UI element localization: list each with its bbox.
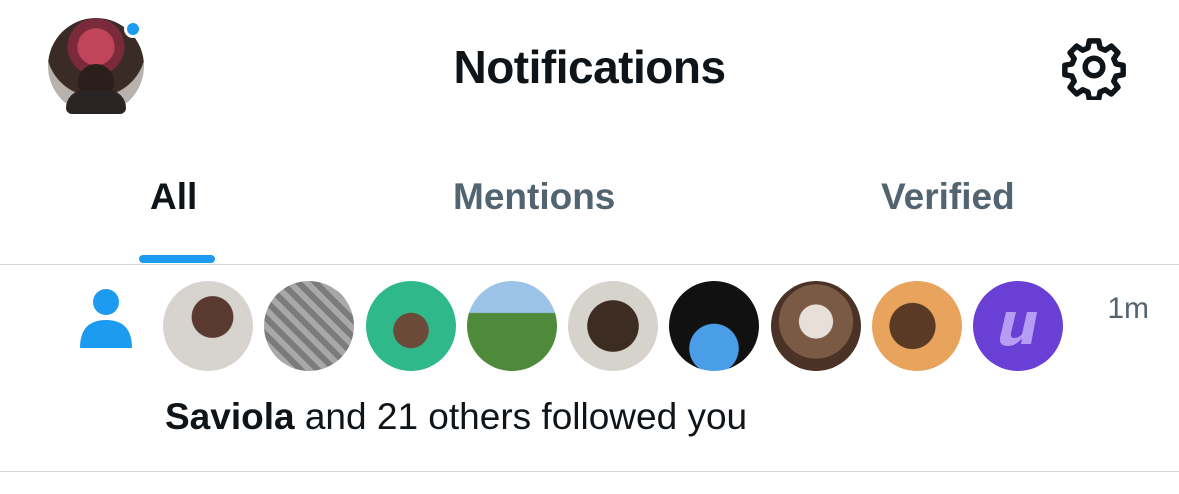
u-logo-icon: [999, 312, 1037, 346]
follower-avatar[interactable]: [264, 281, 354, 371]
follower-avatar[interactable]: [669, 281, 759, 371]
follower-avatar[interactable]: [568, 281, 658, 371]
notification-message: and 21 others followed you: [304, 396, 748, 437]
actor-name[interactable]: Saviola: [165, 396, 295, 437]
tab-all[interactable]: All: [150, 176, 197, 218]
follower-avatar[interactable]: [771, 281, 861, 371]
notification-text: Saviola and 21 others followed you: [165, 396, 747, 438]
gear-icon: [1062, 38, 1126, 100]
follower-avatar[interactable]: [467, 281, 557, 371]
unread-dot: [124, 20, 142, 38]
settings-button[interactable]: [1058, 33, 1130, 101]
tab-mentions[interactable]: Mentions: [453, 176, 615, 218]
page-title: Notifications: [453, 41, 726, 93]
follower-avatar[interactable]: [163, 281, 253, 371]
follow-notification[interactable]: 1m Saviola and 21 others followed you: [0, 266, 1179, 472]
person-icon: [80, 289, 132, 348]
tab-verified[interactable]: Verified: [881, 176, 1015, 218]
top-header: Notifications: [0, 0, 1179, 135]
notification-tabs: All Mentions Verified: [0, 160, 1179, 265]
active-tab-indicator: [139, 255, 215, 263]
follower-avatar[interactable]: [973, 281, 1063, 371]
follower-avatar[interactable]: [366, 281, 456, 371]
follower-avatar[interactable]: [872, 281, 962, 371]
timestamp: 1m: [1107, 292, 1149, 325]
